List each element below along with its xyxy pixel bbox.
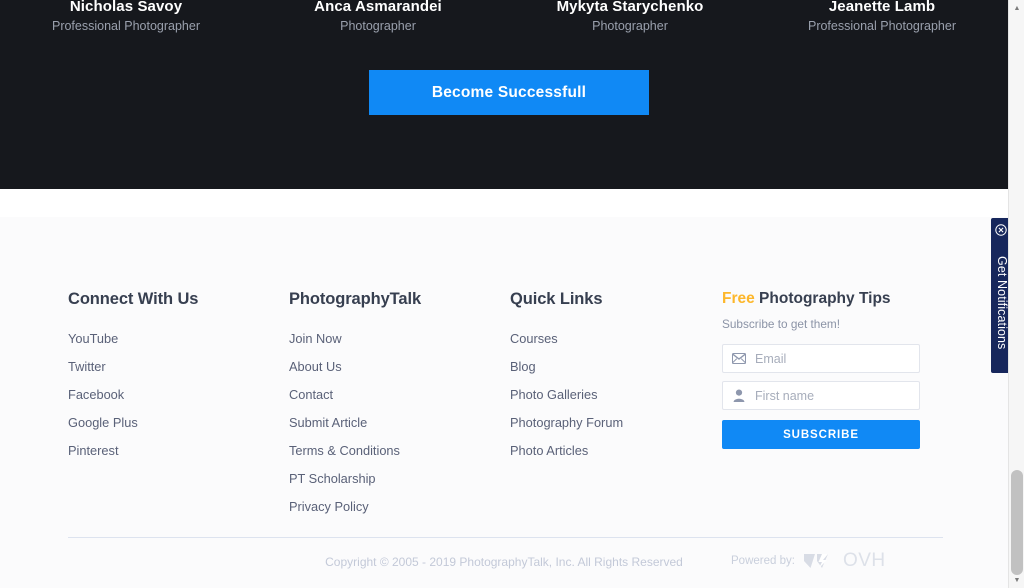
- footer-link-photography-forum[interactable]: Photography Forum: [510, 416, 623, 430]
- team-member[interactable]: Mykyta Starychenko Photographer: [504, 0, 756, 34]
- list-item: Contact: [289, 386, 510, 404]
- powered-by-label: Powered by:: [731, 554, 795, 568]
- team-member[interactable]: Nicholas Savoy Professional Photographer: [0, 0, 252, 34]
- team-member-role: Photographer: [504, 18, 756, 34]
- become-successfull-button[interactable]: Become Successfull: [369, 70, 649, 115]
- newsletter-title-highlight: Free: [722, 290, 755, 307]
- footer-link-pinterest[interactable]: Pinterest: [68, 444, 119, 458]
- list-item: Privacy Policy: [289, 498, 510, 516]
- envelope-icon: [723, 353, 755, 364]
- list-item: Blog: [510, 358, 722, 376]
- footer-link-blog[interactable]: Blog: [510, 360, 536, 374]
- subscribe-button[interactable]: SUBSCRIBE: [722, 420, 920, 449]
- footer-link-privacy-policy[interactable]: Privacy Policy: [289, 500, 369, 514]
- team-member-name: Jeanette Lamb: [756, 0, 1008, 14]
- team-member-row: Nicholas Savoy Professional Photographer…: [0, 0, 1008, 34]
- footer-link-twitter[interactable]: Twitter: [68, 360, 106, 374]
- footer-link-submit-article[interactable]: Submit Article: [289, 416, 367, 430]
- footer-link-list: Courses Blog Photo Galleries Photography…: [510, 330, 722, 460]
- list-item: Photo Galleries: [510, 386, 722, 404]
- team-member-name: Nicholas Savoy: [0, 0, 252, 14]
- footer-link-google-plus[interactable]: Google Plus: [68, 416, 138, 430]
- footer-column-title: PhotographyTalk: [289, 289, 510, 309]
- scroll-up-arrow-icon[interactable]: ▲: [1009, 1, 1024, 15]
- list-item: Submit Article: [289, 414, 510, 432]
- footer-link-join-now[interactable]: Join Now: [289, 332, 342, 346]
- footer-link-list: Join Now About Us Contact Submit Article…: [289, 330, 510, 516]
- ovh-mark-icon: [802, 551, 840, 571]
- newsletter-subtitle: Subscribe to get them!: [722, 317, 922, 331]
- list-item: About Us: [289, 358, 510, 376]
- list-item: Pinterest: [68, 442, 289, 460]
- footer-link-photo-galleries[interactable]: Photo Galleries: [510, 388, 598, 402]
- powered-by: Powered by: OVH: [731, 551, 886, 571]
- footer-column-connect-with-us: Connect With Us YouTube Twitter Facebook…: [68, 289, 289, 526]
- footer-column-title: Connect With Us: [68, 289, 289, 309]
- footer-divider: [68, 537, 943, 538]
- scrollbar-thumb[interactable]: [1011, 470, 1023, 575]
- first-name-input[interactable]: [755, 389, 905, 403]
- list-item: Facebook: [68, 386, 289, 404]
- newsletter-signup: Free Photography Tips Subscribe to get t…: [722, 289, 922, 526]
- list-item: Photo Articles: [510, 442, 722, 460]
- scroll-down-arrow-icon[interactable]: ▼: [1009, 573, 1024, 587]
- list-item: Terms & Conditions: [289, 442, 510, 460]
- list-item: PT Scholarship: [289, 470, 510, 488]
- section-gap: [0, 189, 1008, 217]
- page-content: Nicholas Savoy Professional Photographer…: [0, 0, 1008, 588]
- email-field-wrapper[interactable]: [722, 344, 920, 373]
- footer-column-photographytalk: PhotographyTalk Join Now About Us Contac…: [289, 289, 510, 526]
- footer-link-courses[interactable]: Courses: [510, 332, 558, 346]
- footer-link-list: YouTube Twitter Facebook Google Plus Pin…: [68, 330, 289, 460]
- first-name-field-wrapper[interactable]: [722, 381, 920, 410]
- footer-columns: Connect With Us YouTube Twitter Facebook…: [68, 289, 943, 526]
- team-member[interactable]: Jeanette Lamb Professional Photographer: [756, 0, 1008, 34]
- team-member-role: Photographer: [252, 18, 504, 34]
- list-item: Google Plus: [68, 414, 289, 432]
- newsletter-title: Free Photography Tips: [722, 289, 922, 308]
- footer-column-title: Quick Links: [510, 289, 722, 309]
- ovh-logo[interactable]: OVH: [802, 551, 886, 571]
- footer-link-photo-articles[interactable]: Photo Articles: [510, 444, 588, 458]
- newsletter-title-rest: Photography Tips: [755, 290, 891, 307]
- list-item: Join Now: [289, 330, 510, 348]
- list-item: Courses: [510, 330, 722, 348]
- ovh-wordmark: OVH: [843, 551, 886, 571]
- list-item: YouTube: [68, 330, 289, 348]
- footer-link-facebook[interactable]: Facebook: [68, 388, 124, 402]
- person-icon: [723, 389, 755, 402]
- team-member-role: Professional Photographer: [756, 18, 1008, 34]
- vertical-scrollbar[interactable]: ▲ ▼: [1008, 0, 1024, 588]
- footer-link-contact[interactable]: Contact: [289, 388, 333, 402]
- email-input[interactable]: [755, 352, 905, 366]
- list-item: Photography Forum: [510, 414, 722, 432]
- footer-link-about-us[interactable]: About Us: [289, 360, 342, 374]
- site-footer: Connect With Us YouTube Twitter Facebook…: [0, 217, 1008, 588]
- team-member-name: Mykyta Starychenko: [504, 0, 756, 14]
- team-member-name: Anca Asmarandei: [252, 0, 504, 14]
- list-item: Twitter: [68, 358, 289, 376]
- close-circle-icon[interactable]: [995, 223, 1007, 235]
- team-member[interactable]: Anca Asmarandei Photographer: [252, 0, 504, 34]
- footer-column-quick-links: Quick Links Courses Blog Photo Galleries…: [510, 289, 722, 526]
- footer-link-youtube[interactable]: YouTube: [68, 332, 118, 346]
- footer-link-pt-scholarship[interactable]: PT Scholarship: [289, 472, 376, 486]
- team-section: Nicholas Savoy Professional Photographer…: [0, 0, 1008, 189]
- footer-link-terms-conditions[interactable]: Terms & Conditions: [289, 444, 400, 458]
- team-member-role: Professional Photographer: [0, 18, 252, 34]
